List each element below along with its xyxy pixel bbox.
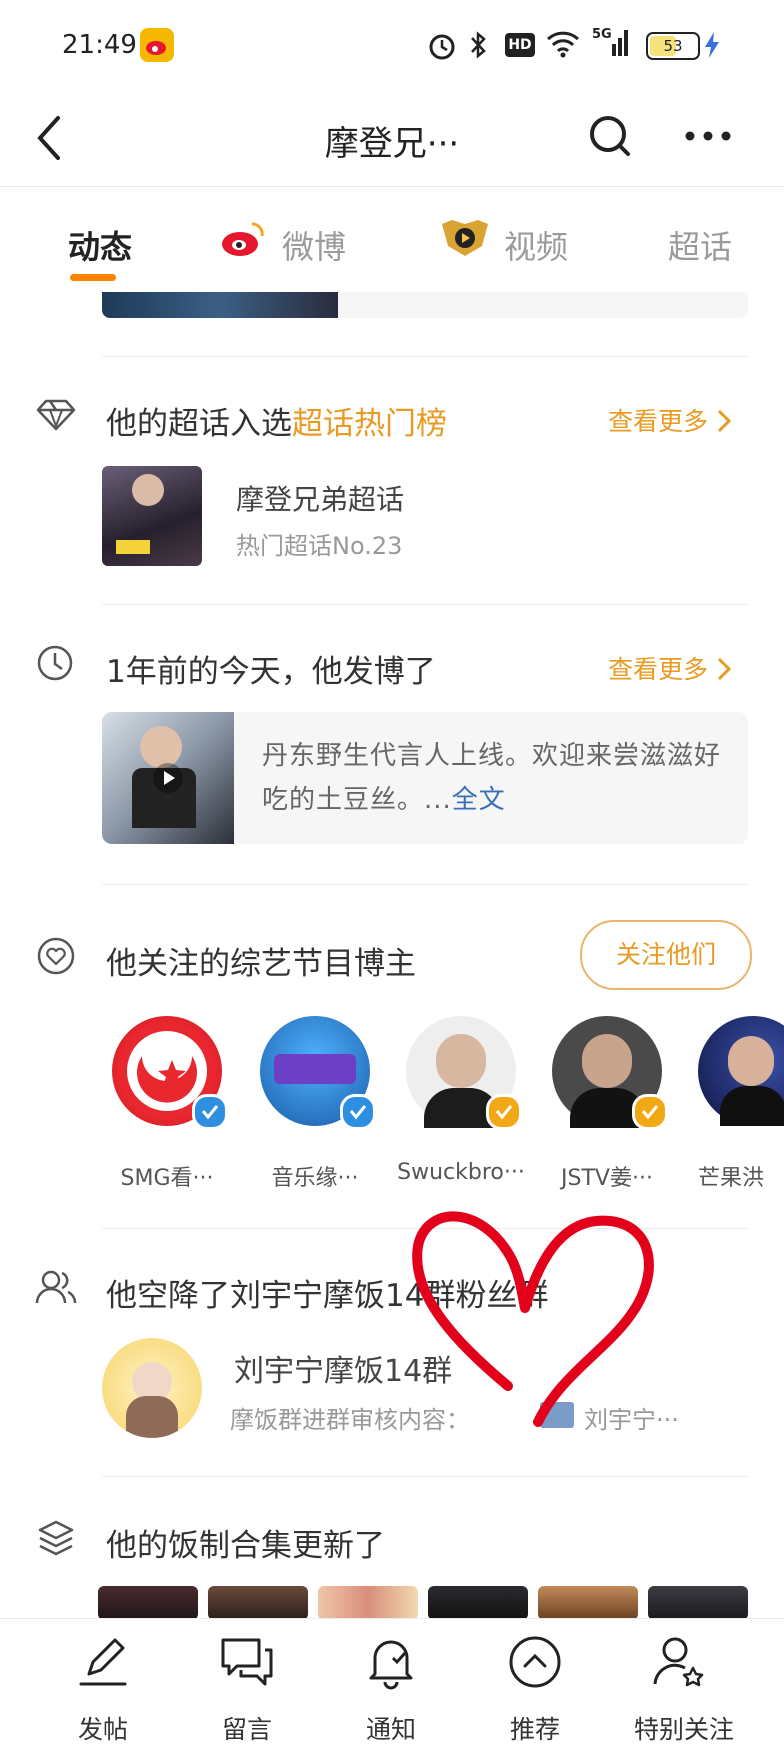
charging-icon (705, 32, 719, 58)
recommend-label: 推荐 (509, 1715, 560, 1744)
tab-video[interactable]: 视频 (504, 222, 568, 268)
account-name-5[interactable]: 芒果洪 (698, 1160, 784, 1192)
chevron-right-icon (717, 409, 732, 433)
diamond-icon (36, 399, 76, 431)
tab-weibo[interactable]: 微博 (282, 222, 346, 268)
chevron-right-icon (717, 657, 732, 681)
account-avatar-3[interactable] (406, 1016, 522, 1130)
previous-card[interactable] (102, 292, 748, 318)
up-circle-icon (509, 1636, 561, 1688)
follow-them-button[interactable]: 关注他们 (580, 920, 752, 990)
collection-thumb-2[interactable] (208, 1586, 308, 1620)
bluetooth-icon (471, 31, 486, 59)
page-title: 摩登兄··· (324, 124, 460, 164)
collection-section-title: 他的饭制合集更新了 (106, 1528, 385, 1564)
collection-thumb-5[interactable] (538, 1586, 638, 1620)
notify-button[interactable]: 通知 (326, 1618, 456, 1751)
collection-thumb-1[interactable] (98, 1586, 198, 1620)
verified-badge-icon (192, 1094, 228, 1130)
account-name-3[interactable]: Swuckbro··· (391, 1160, 531, 1185)
supertopic-section-title: 他的超话入选超话热门榜 (106, 406, 447, 442)
divider (102, 356, 748, 357)
play-icon (153, 763, 183, 793)
nav-bar: 摩登兄··· (0, 90, 784, 187)
supertopic-more-link[interactable]: 查看更多 (608, 402, 732, 438)
memory-section-title: 1年前的今天，他发博了 (106, 654, 436, 690)
fan-group-avatar[interactable] (102, 1338, 202, 1438)
special-follow-label: 特别关注 (633, 1715, 734, 1744)
account-avatar-1[interactable] (112, 1016, 228, 1130)
layers-icon (38, 1520, 74, 1556)
notify-label: 通知 (365, 1715, 416, 1744)
heart-circle-icon (37, 937, 75, 975)
tab-dynamic[interactable]: 动态 (68, 222, 132, 268)
group-icon (35, 1270, 77, 1304)
follows-section-title: 他关注的综艺节目博主 (106, 946, 416, 982)
divider (102, 1476, 748, 1477)
tab-bar: 动态 微博 视频 超话 (0, 186, 784, 292)
video-icon (442, 220, 488, 256)
collection-thumb-3[interactable] (318, 1586, 418, 1620)
battery-level: 53 (663, 37, 683, 55)
heart-doodle (412, 1211, 654, 1427)
verified-badge-icon (486, 1094, 522, 1130)
full-text-link[interactable]: 全文 (452, 785, 506, 815)
message-icon (221, 1638, 273, 1686)
wifi-icon (546, 31, 580, 58)
status-time: 21:49 (62, 30, 137, 60)
memory-more-link[interactable]: 查看更多 (608, 650, 732, 686)
supertopic-cover[interactable] (102, 466, 202, 566)
verified-badge-icon (340, 1094, 376, 1130)
post-label: 发帖 (77, 1715, 128, 1744)
verified-badge-icon (632, 1094, 668, 1130)
divider (102, 884, 748, 885)
tab-indicator (70, 274, 116, 281)
previous-card-image (102, 292, 338, 318)
divider (102, 604, 748, 605)
account-avatar-5[interactable] (698, 1016, 784, 1126)
svg-text:5G: 5G (592, 27, 612, 42)
memory-post-card[interactable]: 丹东野生代言人上线。欢迎来尝滋滋好吃的土豆丝。...全文 (102, 712, 748, 844)
special-follow-button[interactable]: 特别关注 (614, 1618, 754, 1751)
recommend-button[interactable]: 推荐 (470, 1618, 600, 1751)
message-label: 留言 (221, 1715, 272, 1744)
account-name-2[interactable]: 音乐缘··· (245, 1160, 385, 1192)
supertopic-name[interactable]: 摩登兄弟超话 (236, 478, 404, 518)
more-icon[interactable] (684, 126, 732, 146)
supertopic-highlight[interactable]: 超话热门榜 (292, 406, 447, 442)
alarm-icon (429, 34, 455, 60)
account-avatar-2[interactable] (260, 1016, 376, 1130)
supertopic-rank: 热门超话No.23 (236, 532, 403, 560)
memory-post-thumbnail (102, 712, 234, 844)
clock-icon (37, 645, 73, 681)
signal-icon: 5G (592, 27, 628, 56)
account-avatar-4[interactable] (552, 1016, 668, 1130)
weibo-app-icon (140, 28, 174, 62)
tab-supertopic[interactable]: 超话 (668, 222, 732, 268)
search-icon[interactable] (586, 110, 634, 162)
battery-icon: 53 (646, 32, 700, 60)
collection-thumb-6[interactable] (648, 1586, 748, 1620)
post-button[interactable]: 发帖 (38, 1618, 168, 1751)
message-button[interactable]: 留言 (182, 1618, 312, 1751)
collection-thumb-4[interactable] (428, 1586, 528, 1620)
status-bar: 21:49 HD 5G 53 (0, 0, 784, 90)
bell-icon (369, 1640, 413, 1690)
pen-icon (79, 1638, 127, 1686)
account-name-1[interactable]: SMG看··· (97, 1160, 237, 1192)
hd-icon: HD (505, 33, 535, 57)
user-star-icon (653, 1637, 704, 1687)
weibo-icon (222, 222, 264, 256)
account-name-4[interactable]: JSTV姜··· (537, 1160, 677, 1192)
